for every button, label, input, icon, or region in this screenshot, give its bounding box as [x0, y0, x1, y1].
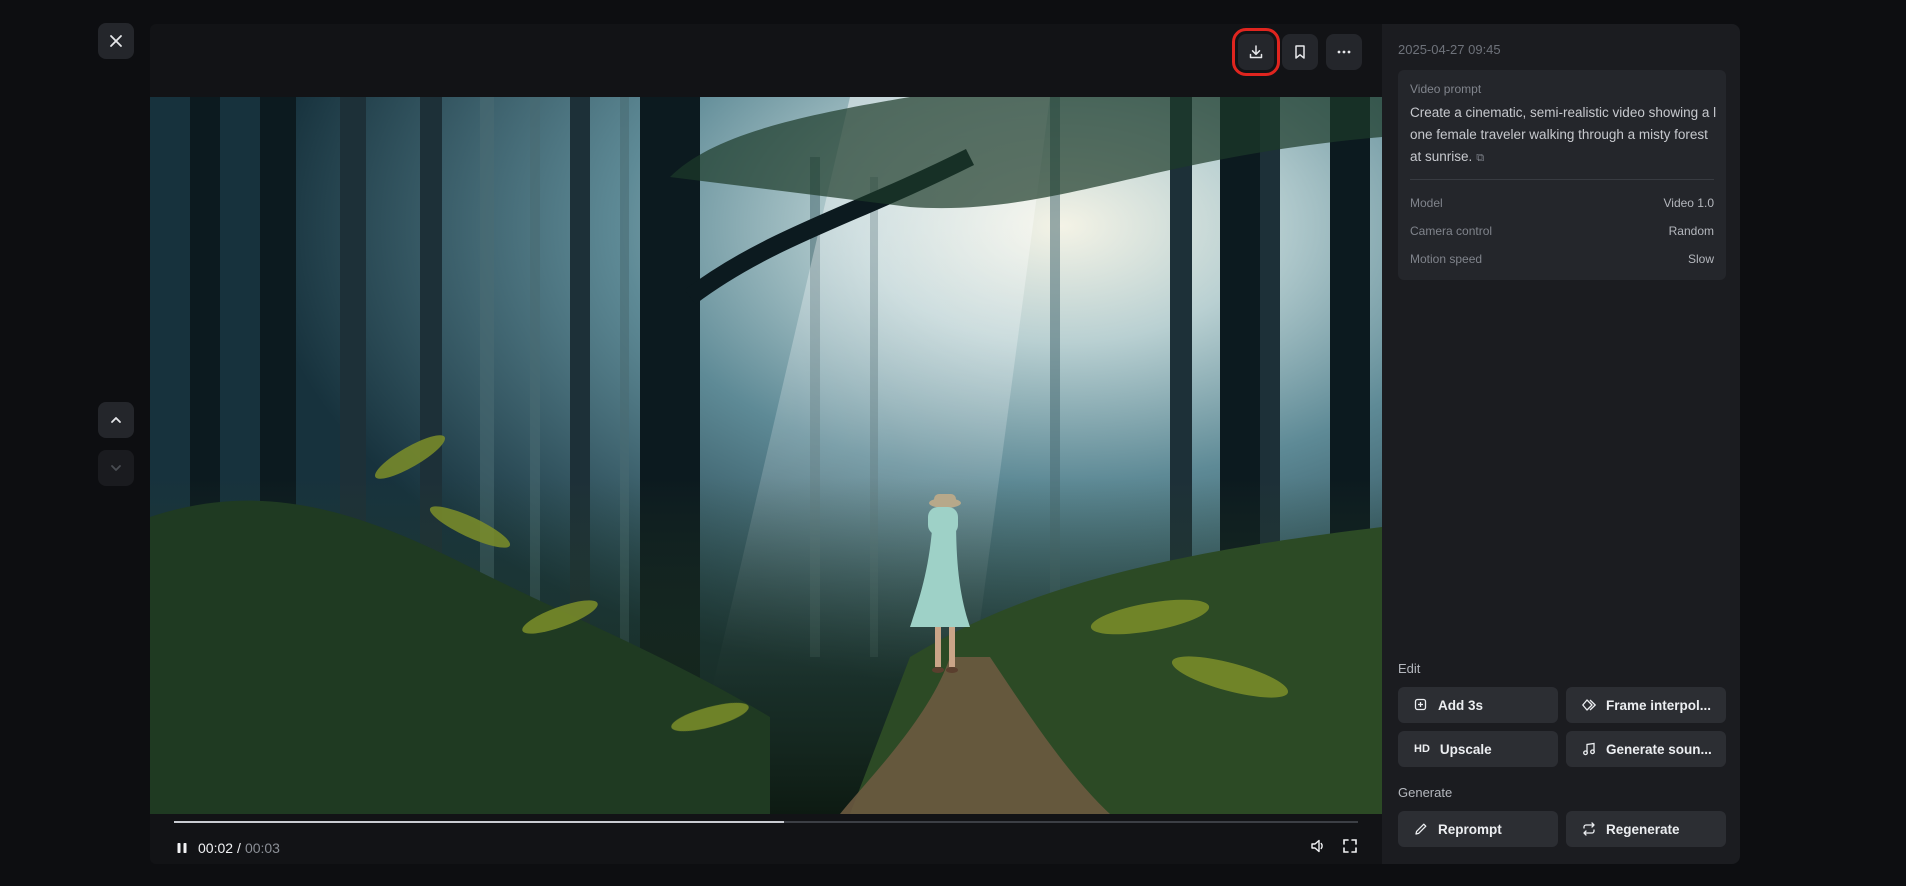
upscale-button[interactable]: HD Upscale	[1398, 731, 1558, 767]
viewer-actions	[1232, 28, 1362, 76]
download-icon	[1249, 45, 1263, 59]
close-icon	[110, 35, 122, 47]
details-panel: 2025-04-27 09:45 Video prompt Create a c…	[1382, 24, 1740, 864]
duration: 00:03	[244, 840, 280, 856]
copy-icon[interactable]: ⧉	[1476, 152, 1484, 164]
button-label: Frame interpol...	[1606, 697, 1712, 713]
field-value: Random	[1668, 224, 1714, 238]
field-key: Motion speed	[1410, 252, 1483, 266]
time-display: 00:02 / 00:03	[198, 840, 280, 856]
prompt-label: Video prompt	[1410, 82, 1482, 96]
diamond-icon	[1582, 699, 1596, 711]
previous-item-button[interactable]	[98, 402, 134, 438]
button-label: Add 3s	[1438, 697, 1484, 713]
edit-section-label: Edit	[1398, 661, 1421, 676]
music-icon	[1583, 742, 1595, 756]
bookmark-icon	[1295, 45, 1305, 59]
field-value: Slow	[1687, 252, 1714, 266]
forest-scene-image	[150, 97, 1382, 814]
field-value: Video 1.0	[1663, 196, 1715, 210]
frame-interpolation-button[interactable]: Frame interpol...	[1566, 687, 1726, 723]
prompt-info-card: Video prompt Create a cinematic, semi-re…	[1398, 70, 1726, 280]
divider	[1410, 179, 1714, 180]
time-separator: /	[237, 840, 241, 856]
field-model: Model Video 1.0	[1410, 196, 1714, 210]
prompt-text: Create a cinematic, semi-realistic video…	[1410, 102, 1718, 169]
download-button[interactable]	[1232, 28, 1280, 76]
fullscreen-icon[interactable]	[1342, 838, 1358, 854]
field-key: Camera control	[1410, 224, 1493, 238]
hd-icon: HD	[1414, 743, 1430, 755]
button-label: Upscale	[1439, 741, 1492, 757]
field-motion-speed: Motion speed Slow	[1410, 252, 1714, 266]
prompt-text-content: Create a cinematic, semi-realistic video…	[1410, 105, 1717, 164]
repeat-icon	[1583, 822, 1595, 836]
button-label: Reprompt	[1438, 821, 1502, 837]
generation-timestamp: 2025-04-27 09:45	[1398, 42, 1501, 57]
more-icon	[1337, 50, 1351, 54]
pencil-icon	[1415, 823, 1427, 835]
volume-icon[interactable]	[1310, 838, 1326, 854]
more-options-button[interactable]	[1326, 34, 1362, 70]
field-key: Model	[1410, 196, 1443, 210]
field-camera-control: Camera control Random	[1410, 224, 1714, 238]
add-3s-button[interactable]: Add 3s	[1398, 687, 1558, 723]
current-time: 00:02	[198, 840, 234, 856]
add-time-icon	[1414, 698, 1427, 711]
pause-icon[interactable]	[174, 840, 190, 856]
button-label: Generate soun...	[1606, 741, 1712, 757]
next-item-button[interactable]	[98, 450, 134, 486]
player-controls: 00:02 / 00:03	[150, 814, 1382, 864]
chevron-up-icon	[111, 417, 121, 423]
regenerate-button[interactable]: Regenerate	[1566, 811, 1726, 847]
reprompt-button[interactable]: Reprompt	[1398, 811, 1558, 847]
generate-sound-button[interactable]: Generate soun...	[1566, 731, 1726, 767]
progress-bar[interactable]	[174, 821, 1358, 823]
chevron-down-icon	[111, 465, 121, 471]
video-viewer: 00:02 / 00:03	[150, 24, 1382, 864]
generate-section-label: Generate	[1398, 785, 1453, 800]
button-label: Regenerate	[1606, 821, 1680, 837]
video-frame[interactable]	[150, 97, 1382, 814]
bookmark-button[interactable]	[1282, 34, 1318, 70]
close-button[interactable]	[98, 23, 134, 59]
progress-fill	[174, 821, 784, 823]
